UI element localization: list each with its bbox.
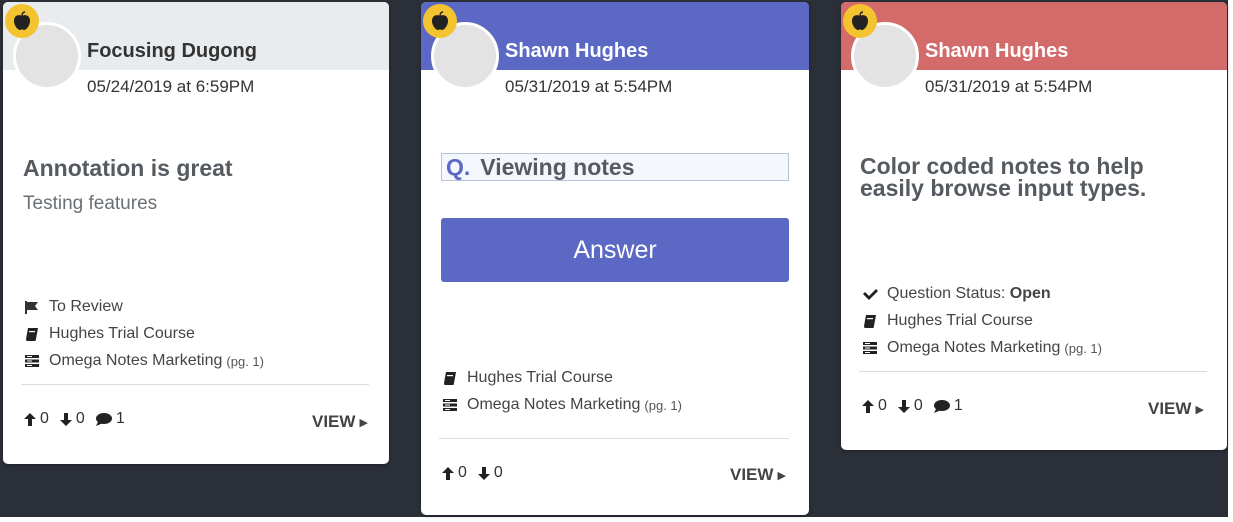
- question-card[interactable]: Shawn Hughes 05/31/2019 at 5:54PM Color …: [841, 2, 1227, 450]
- comment-count: 1: [115, 410, 125, 427]
- apple-icon: [843, 4, 877, 38]
- document-name[interactable]: Omega Notes Marketing: [467, 396, 640, 414]
- apple-icon: [423, 4, 457, 38]
- arrow-up-icon[interactable]: [861, 399, 875, 414]
- document-name[interactable]: Omega Notes Marketing: [887, 339, 1060, 357]
- note-body: Testing features: [23, 193, 158, 214]
- view-label: VIEW: [1148, 399, 1192, 418]
- document-icon: [441, 398, 459, 412]
- downvote-count: 0: [493, 464, 503, 481]
- flag-icon: [23, 300, 41, 315]
- book-icon: [861, 314, 879, 329]
- note-date: 05/24/2019 at 6:59PM: [87, 77, 255, 96]
- course-line[interactable]: Hughes Trial Course: [441, 369, 613, 387]
- note-title-line-2: easily browse input types.: [860, 175, 1147, 201]
- upvote-count: 0: [40, 410, 49, 427]
- note-title: Annotation is great: [23, 155, 233, 181]
- book-icon: [441, 371, 459, 386]
- view-label: VIEW: [730, 465, 774, 484]
- vote-stats: 0 0 1: [23, 410, 125, 428]
- course-name[interactable]: Hughes Trial Course: [887, 312, 1033, 330]
- answer-button[interactable]: Answer: [441, 218, 789, 282]
- author-name[interactable]: Shawn Hughes: [505, 40, 648, 63]
- view-button[interactable]: VIEW ▶: [730, 465, 786, 485]
- page-ref: (pg. 1): [644, 397, 682, 413]
- status-line: To Review: [23, 298, 123, 316]
- check-icon: [861, 287, 879, 301]
- divider: [439, 438, 789, 439]
- upvote-count: 0: [458, 464, 467, 481]
- status-line: Question Status: Open: [861, 285, 1051, 303]
- divider: [21, 384, 369, 385]
- arrow-down-icon[interactable]: [897, 399, 911, 414]
- comment-icon[interactable]: [95, 412, 113, 427]
- divider: [859, 371, 1207, 372]
- question-title: Q. Viewing notes: [441, 153, 789, 181]
- course-line[interactable]: Hughes Trial Course: [23, 325, 195, 343]
- downvote-count: 0: [913, 397, 923, 414]
- question-card[interactable]: Shawn Hughes 05/31/2019 at 5:54PM Q. Vie…: [421, 2, 809, 515]
- page-ref: (pg. 1): [1064, 340, 1102, 356]
- caret-right-icon: ▶: [1195, 403, 1204, 416]
- vote-stats: 0 0: [441, 464, 503, 482]
- vote-stats: 0 0 1: [861, 397, 963, 415]
- document-icon: [23, 354, 41, 368]
- book-icon: [23, 327, 41, 342]
- arrow-down-icon[interactable]: [59, 412, 73, 427]
- document-line[interactable]: Omega Notes Marketing (pg. 1): [441, 396, 682, 414]
- notes-board: Focusing Dugong 05/24/2019 at 6:59PM Ann…: [0, 0, 1228, 517]
- note-card[interactable]: Focusing Dugong 05/24/2019 at 6:59PM Ann…: [3, 2, 389, 464]
- note-date: 05/31/2019 at 5:54PM: [505, 77, 673, 96]
- note-title-line-1: Color coded notes to help: [860, 153, 1144, 179]
- status-label: Question Status:: [887, 285, 1006, 302]
- comment-icon[interactable]: [933, 399, 951, 414]
- status-text: To Review: [49, 298, 123, 315]
- caret-right-icon: ▶: [777, 469, 786, 482]
- document-name[interactable]: Omega Notes Marketing: [49, 352, 222, 370]
- upvote-count: 0: [878, 397, 887, 414]
- arrow-up-icon[interactable]: [441, 466, 455, 481]
- question-prefix: Q.: [446, 153, 471, 180]
- arrow-up-icon[interactable]: [23, 412, 37, 427]
- view-button[interactable]: VIEW ▶: [1148, 399, 1204, 419]
- document-line[interactable]: Omega Notes Marketing (pg. 1): [23, 352, 264, 370]
- page-ref: (pg. 1): [226, 353, 264, 369]
- status-value: Open: [1009, 285, 1051, 302]
- document-line[interactable]: Omega Notes Marketing (pg. 1): [861, 339, 1102, 357]
- note-date: 05/31/2019 at 5:54PM: [925, 77, 1093, 96]
- arrow-down-icon[interactable]: [477, 466, 491, 481]
- course-name[interactable]: Hughes Trial Course: [467, 369, 613, 387]
- course-name[interactable]: Hughes Trial Course: [49, 325, 195, 343]
- document-icon: [861, 341, 879, 355]
- caret-right-icon: ▶: [359, 416, 368, 429]
- apple-icon: [5, 4, 39, 38]
- author-name[interactable]: Shawn Hughes: [925, 40, 1068, 63]
- view-button[interactable]: VIEW ▶: [312, 412, 368, 432]
- question-text: Viewing notes: [480, 153, 635, 180]
- view-label: VIEW: [312, 412, 356, 431]
- course-line[interactable]: Hughes Trial Course: [861, 312, 1033, 330]
- comment-count: 1: [953, 397, 963, 414]
- author-name[interactable]: Focusing Dugong: [87, 40, 257, 63]
- downvote-count: 0: [75, 410, 85, 427]
